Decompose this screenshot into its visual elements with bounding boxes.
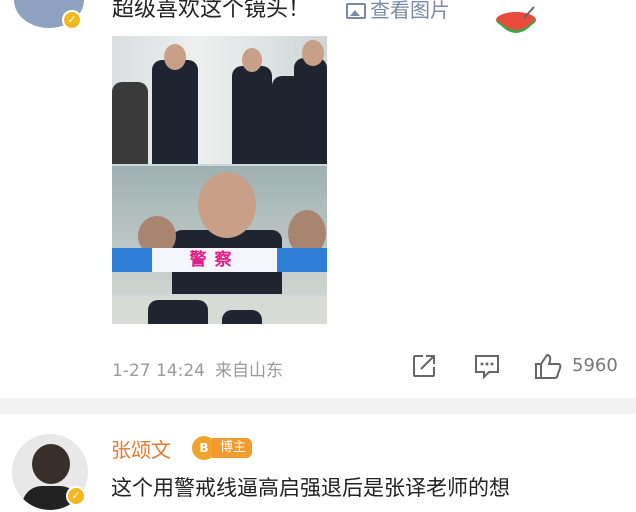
watermelon-emoji-icon — [496, 6, 536, 33]
post-text: 超级喜欢这个镜头！ — [112, 0, 311, 22]
police-tape: 警察 — [112, 248, 327, 272]
image-panel-middle: 警察 — [112, 166, 327, 294]
post-image[interactable]: 警察 — [112, 36, 327, 324]
section-divider — [0, 398, 636, 414]
share-icon[interactable] — [411, 353, 437, 379]
comment-text: 这个用警戒线逼高启强退后是张译老师的想 — [111, 476, 510, 500]
commenter-username[interactable]: 张颂文 — [111, 434, 171, 463]
like-count: 5960 — [572, 355, 618, 376]
comment-item: ✓ 张颂文 B 博主 这个用警戒线逼高启强退后是张译老师的想 — [0, 414, 636, 512]
post-timestamp: 1-27 14:24 — [112, 361, 205, 381]
blogger-badge: B 博主 — [192, 436, 253, 460]
police-tape-label: 警察 — [152, 248, 277, 272]
poster-avatar[interactable]: ✓ — [14, 0, 84, 30]
post-source: 来自山东 — [214, 361, 283, 381]
post-meta: 1-27 14:24 来自山东 — [112, 356, 283, 381]
verified-badge-icon: ✓ — [66, 486, 86, 506]
badge-label: 博主 — [212, 438, 253, 458]
view-images-link[interactable]: 查看图片 — [346, 0, 450, 26]
post-card: ✓ 超级喜欢这个镜头！ 查看图片 警察 1-27 14:24 来自山东 5960 — [0, 0, 636, 398]
like-icon[interactable] — [534, 353, 562, 379]
view-images-label: 查看图片 — [370, 0, 450, 22]
comment-icon[interactable] — [474, 353, 500, 379]
image-panel-bottom — [112, 296, 327, 324]
image-panel-top — [112, 36, 327, 164]
verified-badge-icon: ✓ — [62, 10, 82, 30]
picture-icon — [346, 3, 366, 19]
